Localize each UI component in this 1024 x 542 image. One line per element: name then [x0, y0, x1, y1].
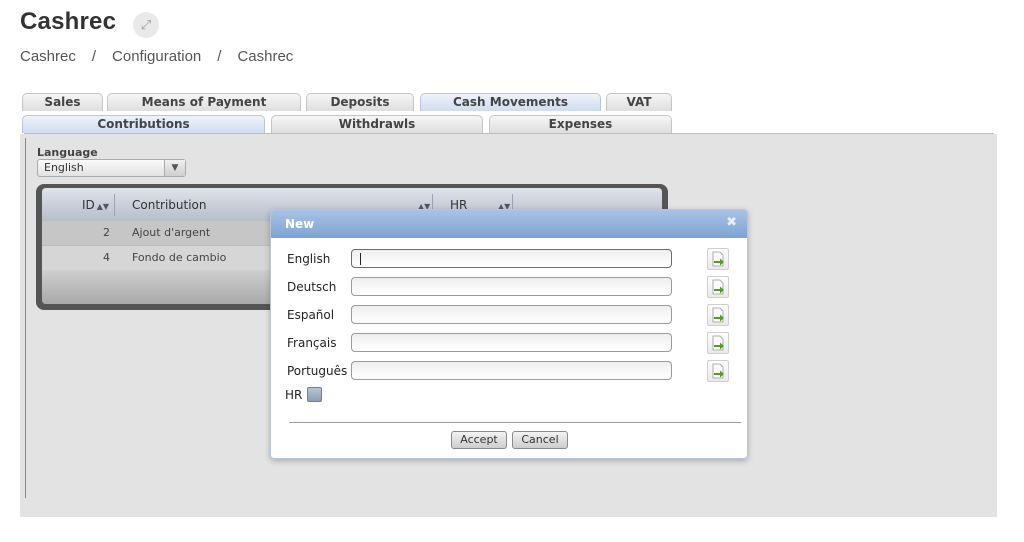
breadcrumb-item[interactable]: Cashrec	[20, 48, 76, 65]
language-selected-value: English	[44, 161, 84, 174]
deutsch-field[interactable]	[351, 277, 672, 296]
cell-contribution: Fondo de cambio	[132, 251, 227, 264]
accept-button[interactable]: Accept	[451, 431, 507, 449]
field-label-english: English	[287, 252, 331, 266]
translate-button[interactable]	[707, 360, 729, 382]
hr-checkbox-label: HR	[285, 388, 303, 402]
tab-vat[interactable]: VAT	[606, 93, 672, 111]
cancel-button[interactable]: Cancel	[512, 431, 568, 449]
panel-rule	[25, 138, 26, 498]
text-caret	[360, 253, 361, 265]
language-select[interactable]: English ▼	[37, 159, 186, 177]
column-header-label: ID	[82, 198, 95, 212]
francais-field[interactable]	[351, 333, 672, 352]
language-label: Language	[37, 146, 98, 159]
tab-means-of-payment[interactable]: Means of Payment	[107, 93, 301, 111]
dialog-header[interactable]: New ✖	[271, 210, 747, 238]
translate-button[interactable]	[707, 248, 729, 270]
translate-icon	[712, 307, 724, 323]
translate-button[interactable]	[707, 332, 729, 354]
portugues-field[interactable]	[351, 361, 672, 380]
breadcrumb-separator: /	[217, 48, 222, 65]
dialog-divider	[289, 422, 741, 423]
tab-cash-movements[interactable]: Cash Movements	[420, 93, 601, 111]
cell-id: 4	[103, 251, 110, 264]
translate-icon	[712, 335, 724, 351]
english-field[interactable]	[351, 249, 672, 268]
translate-icon	[712, 251, 724, 267]
cell-id: 2	[103, 226, 110, 239]
tab-contributions[interactable]: Contributions	[22, 115, 265, 133]
column-header-label: Contribution	[132, 198, 207, 212]
column-header-contribution[interactable]: Contribution	[132, 188, 207, 220]
translate-button[interactable]	[707, 304, 729, 326]
breadcrumb: Cashrec / Configuration / Cashrec	[20, 48, 293, 65]
column-divider	[114, 194, 115, 216]
tab-deposits[interactable]: Deposits	[306, 93, 414, 111]
hr-checkbox[interactable]	[307, 387, 322, 402]
field-label-francais: Français	[287, 336, 337, 350]
close-icon[interactable]: ✖	[726, 215, 737, 230]
translate-button[interactable]	[707, 276, 729, 298]
column-header-id[interactable]: ID ▲▼	[82, 188, 109, 220]
field-label-portugues: Português	[287, 364, 348, 378]
breadcrumb-separator: /	[91, 48, 97, 65]
page-title: Cashrec	[20, 8, 117, 35]
field-label-deutsch: Deutsch	[287, 280, 337, 294]
field-label-espanol: Español	[287, 308, 335, 322]
sort-icon[interactable]: ▲▼	[97, 202, 109, 211]
espanol-field[interactable]	[351, 305, 672, 324]
tab-sales[interactable]: Sales	[22, 93, 103, 111]
breadcrumb-item[interactable]: Cashrec	[237, 48, 293, 65]
tab-withdrawls[interactable]: Withdrawls	[271, 115, 483, 133]
translate-icon	[712, 279, 724, 295]
expand-icon: ⤢	[140, 17, 152, 32]
dialog-title: New	[285, 217, 315, 231]
cell-contribution: Ajout d'argent	[132, 226, 211, 239]
tab-expenses[interactable]: Expenses	[489, 115, 672, 133]
chevron-down-icon[interactable]: ▼	[164, 160, 185, 176]
breadcrumb-item[interactable]: Configuration	[112, 48, 201, 65]
translate-icon	[712, 363, 724, 379]
new-dialog: New ✖ English Deutsch Español Français P…	[270, 209, 748, 459]
expand-button[interactable]: ⤢	[133, 12, 159, 38]
